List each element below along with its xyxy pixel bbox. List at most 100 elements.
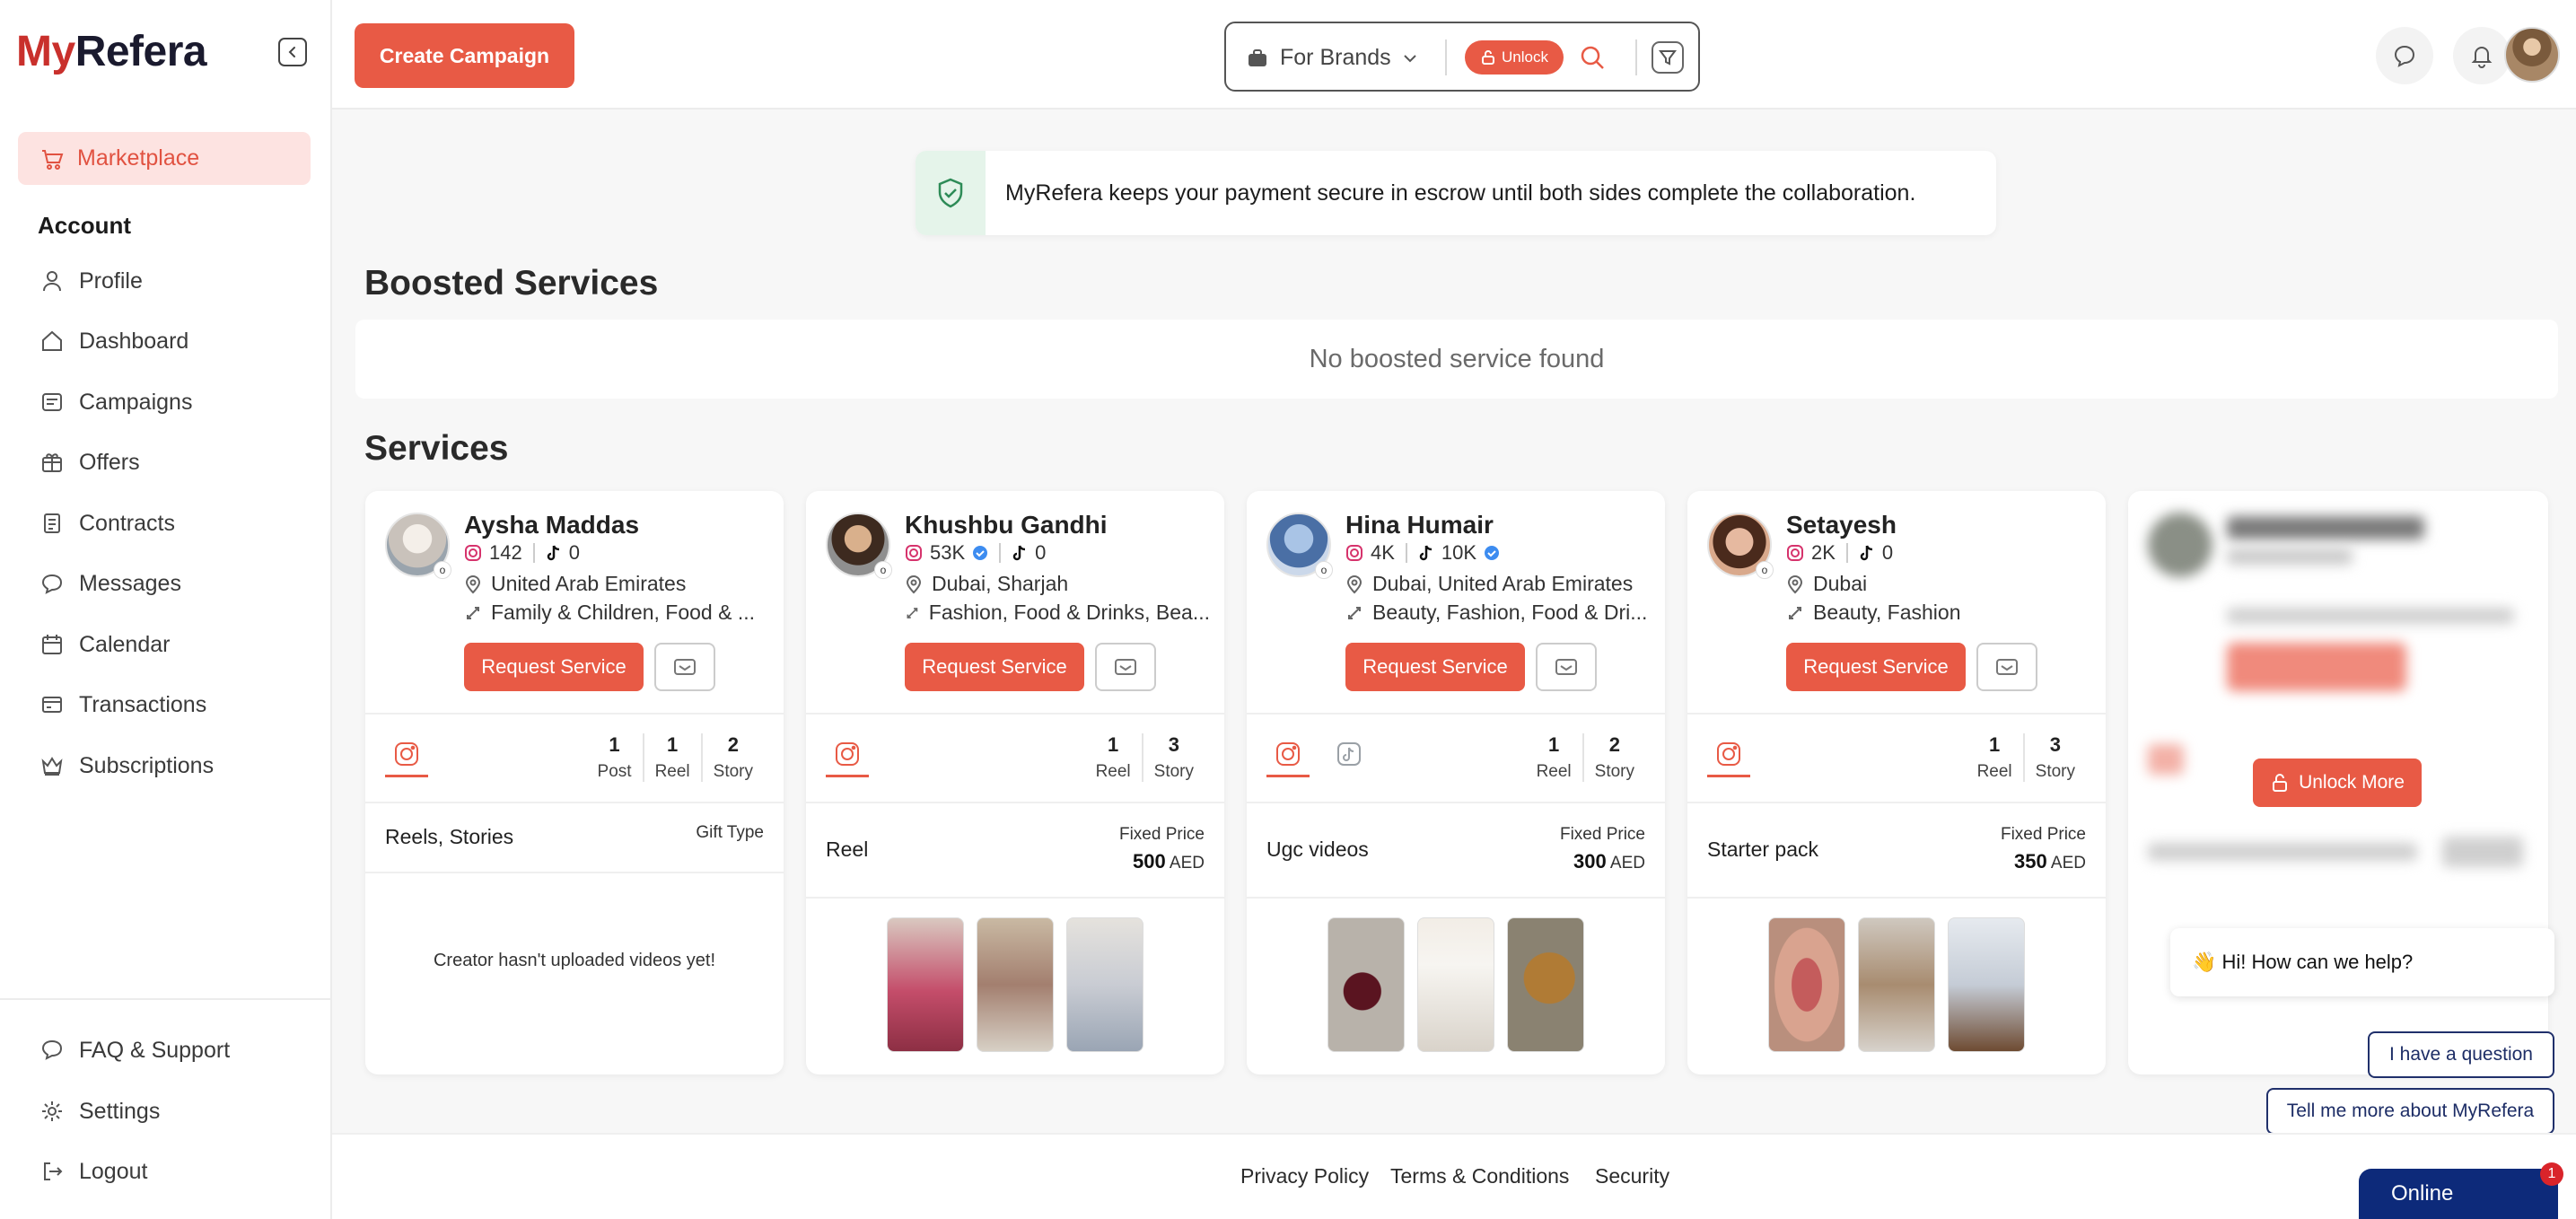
creator-location: Dubai — [1786, 572, 2091, 596]
blurred-icon — [2148, 744, 2184, 775]
service-card[interactable]: o Hina Humair 4K 10K Dubai, United Arab … — [1247, 491, 1665, 1074]
unlock-more-button[interactable]: Unlock More — [2253, 759, 2422, 807]
platform-tabs — [385, 741, 428, 777]
online-chat-tab[interactable]: Online — [2359, 1169, 2558, 1219]
sidebar-item-label: Calendar — [79, 631, 171, 657]
instagram-tab[interactable] — [826, 741, 869, 777]
logo[interactable]: MyRefera — [16, 27, 207, 76]
card-divider — [365, 872, 784, 873]
sidebar-item-faq-support[interactable]: FAQ & Support — [39, 1032, 230, 1068]
sidebar: MyRefera Marketplace Account Profile Das… — [0, 0, 332, 1219]
message-creator-button[interactable] — [654, 643, 715, 691]
tiktok-count: 10K — [1441, 541, 1477, 564]
unlock-search-button[interactable]: Unlock — [1465, 40, 1564, 75]
service-card[interactable]: o Setayesh 2K 0 Dubai Beauty, Fashion Re… — [1687, 491, 2106, 1074]
chat-greeting: 👋 Hi! How can we help? — [2170, 928, 2554, 996]
sidebar-item-offers[interactable]: Offers — [39, 444, 140, 480]
mail-icon — [674, 659, 696, 675]
sidebar-item-subscriptions[interactable]: Subscriptions — [39, 748, 214, 784]
sidebar-item-transactions[interactable]: Transactions — [39, 687, 206, 723]
video-thumbnail[interactable] — [1327, 917, 1405, 1052]
blurred-button — [2227, 643, 2406, 691]
count-story: 3 Story — [1141, 733, 1205, 782]
search-icon[interactable] — [1578, 43, 1607, 72]
message-icon — [41, 574, 63, 594]
blurred-stats — [2227, 548, 2353, 565]
sidebar-item-dashboard[interactable]: Dashboard — [39, 323, 188, 359]
notifications-button[interactable] — [2453, 27, 2510, 84]
cart-icon — [42, 149, 64, 170]
boosted-services-title: Boosted Services — [364, 264, 659, 303]
blurred-text — [2148, 843, 2417, 861]
sidebar-item-label: FAQ & Support — [79, 1037, 231, 1063]
video-thumbnail[interactable] — [887, 917, 964, 1052]
user-avatar[interactable] — [2504, 27, 2560, 83]
tiktok-tab[interactable] — [1327, 741, 1371, 777]
message-creator-button[interactable] — [1095, 643, 1156, 691]
instagram-icon — [465, 545, 481, 561]
security-link[interactable]: Security — [1595, 1164, 1669, 1188]
video-thumbnails — [806, 917, 1224, 1052]
price-value: 350 — [2013, 850, 2047, 873]
create-campaign-button[interactable]: Create Campaign — [355, 23, 574, 88]
creator-location: Dubai, United Arab Emirates — [1345, 572, 1651, 596]
sidebar-item-label: Dashboard — [79, 328, 189, 354]
service-card[interactable]: o Khushbu Gandhi 53K 0 Dubai, Sharjah Fa… — [806, 491, 1224, 1074]
have-question-button[interactable]: I have a question — [2368, 1031, 2554, 1078]
deliverable-counts: 1 Reel 3 Story — [1967, 733, 2086, 782]
tell-me-more-button[interactable]: Tell me more about MyRefera — [2266, 1088, 2554, 1135]
sidebar-item-campaigns[interactable]: Campaigns — [39, 384, 192, 420]
marketplace-search-bar[interactable]: For Brands Unlock — [1224, 22, 1700, 92]
collapse-sidebar-button[interactable] — [278, 38, 307, 66]
instagram-tab[interactable] — [1707, 741, 1750, 777]
count-story: 3 Story — [2022, 733, 2086, 782]
request-service-button[interactable]: Request Service — [464, 643, 644, 691]
request-service-button[interactable]: Request Service — [1786, 643, 1966, 691]
message-creator-button[interactable] — [1536, 643, 1597, 691]
video-thumbnail[interactable] — [977, 917, 1054, 1052]
no-videos-message: Creator hasn't uploaded videos yet! — [433, 951, 715, 970]
package-name: Reel — [826, 838, 869, 861]
crown-icon — [41, 757, 63, 776]
sidebar-item-label: Settings — [79, 1098, 161, 1124]
privacy-policy-link[interactable]: Privacy Policy — [1240, 1164, 1369, 1188]
message-creator-button[interactable] — [1976, 643, 2037, 691]
tag-icon — [907, 607, 918, 618]
tiktok-count: 0 — [1035, 541, 1047, 564]
video-thumbnail[interactable] — [1417, 917, 1494, 1052]
video-thumbnail[interactable] — [1507, 917, 1584, 1052]
support-chat-button[interactable] — [2376, 27, 2433, 84]
instagram-tab[interactable] — [385, 741, 428, 777]
request-service-button[interactable]: Request Service — [905, 643, 1084, 691]
brand-filter-dropdown[interactable]: For Brands — [1246, 45, 1418, 71]
request-service-button[interactable]: Request Service — [1345, 643, 1525, 691]
count-reel: 1 Reel — [1095, 733, 1131, 781]
sidebar-item-logout[interactable]: Logout — [39, 1153, 147, 1189]
count-reel: 1 Reel — [1976, 733, 2012, 781]
filter-button[interactable] — [1652, 41, 1684, 74]
blurred-name — [2227, 516, 2424, 539]
mail-icon — [1115, 659, 1136, 675]
terms-link[interactable]: Terms & Conditions — [1390, 1164, 1569, 1188]
sidebar-item-marketplace[interactable]: Marketplace — [18, 132, 311, 185]
instagram-tab[interactable] — [1266, 741, 1310, 777]
contract-icon — [44, 513, 60, 533]
sidebar-item-contracts[interactable]: Contracts — [39, 505, 175, 541]
video-thumbnail[interactable] — [1768, 917, 1845, 1052]
sidebar-item-profile[interactable]: Profile — [39, 263, 143, 299]
video-thumbnail[interactable] — [1948, 917, 2025, 1052]
sidebar-item-label: Profile — [79, 267, 143, 294]
service-card[interactable]: o Aysha Maddas 142 0 United Arab Emirate… — [365, 491, 784, 1074]
creator-name: Hina Humair — [1345, 511, 1494, 539]
video-thumbnail[interactable] — [1066, 917, 1143, 1052]
categories-text: Fashion, Food & Drinks, Bea... — [928, 601, 1210, 624]
location-text: Dubai, Sharjah — [932, 572, 1069, 595]
sidebar-item-settings[interactable]: Settings — [39, 1093, 160, 1129]
video-thumbnail[interactable] — [1858, 917, 1935, 1052]
transaction-icon — [42, 697, 62, 713]
help-icon — [41, 1039, 63, 1060]
calendar-icon — [42, 635, 62, 654]
video-thumbnails — [1687, 917, 2106, 1052]
sidebar-item-messages[interactable]: Messages — [39, 566, 181, 601]
sidebar-item-calendar[interactable]: Calendar — [39, 627, 170, 662]
